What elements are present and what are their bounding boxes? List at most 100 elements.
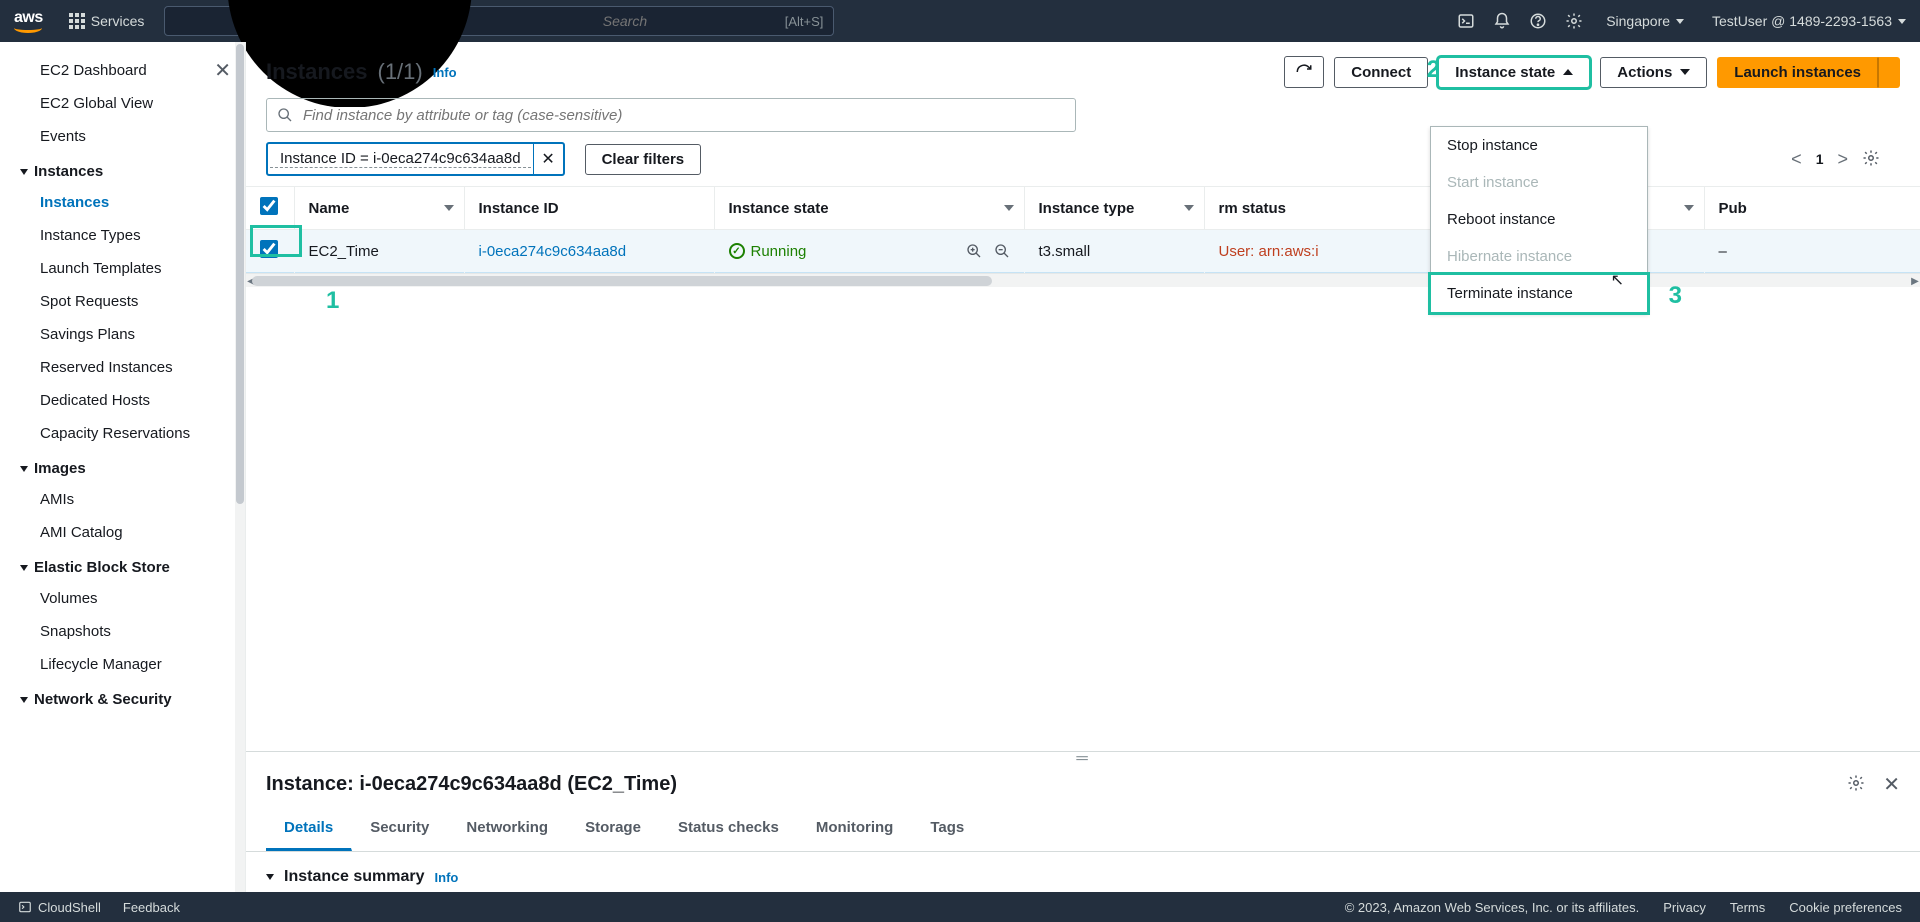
cell-instance-id[interactable]: i-0eca274c9c634aa8d (464, 230, 714, 273)
details-panel: ═ Instance: i-0eca274c9c634aa8d (EC2_Tim… (246, 751, 1920, 892)
sidebar-item-dashboard[interactable]: EC2 Dashboard (0, 54, 245, 87)
launch-instances-button[interactable]: Launch instances (1717, 57, 1900, 88)
sidebar-item-ami-catalog[interactable]: AMI Catalog (0, 516, 245, 549)
pager: < 1 > (1791, 149, 1900, 170)
feedback-button[interactable]: Feedback (123, 900, 180, 915)
sidebar-group-images[interactable]: Images (0, 450, 245, 483)
gear-icon[interactable] (1556, 0, 1592, 42)
instances-table: Name Instance ID Instance state Instance… (246, 186, 1920, 287)
tab-security[interactable]: Security (352, 807, 448, 851)
col-instance-state[interactable]: Instance state (714, 187, 1024, 230)
aws-logo[interactable]: aws (0, 9, 57, 33)
sidebar-item-global-view[interactable]: EC2 Global View (0, 87, 245, 120)
dropdown-terminate[interactable]: Terminate instance (1431, 275, 1647, 312)
sidebar-item-launch-templates[interactable]: Launch Templates (0, 252, 245, 285)
actions-button[interactable]: Actions (1600, 57, 1707, 88)
dropdown-stop[interactable]: Stop instance (1431, 127, 1647, 164)
tab-status-checks[interactable]: Status checks (660, 807, 798, 851)
filter-input-field[interactable] (303, 107, 1065, 124)
bell-icon[interactable] (1484, 0, 1520, 42)
pager-prev[interactable]: < (1791, 149, 1802, 170)
services-label: Services (91, 13, 145, 29)
tab-monitoring[interactable]: Monitoring (798, 807, 912, 851)
filter-chip-label: Instance ID = i-0eca274c9c634aa8d (270, 150, 531, 168)
details-close-icon[interactable]: ✕ (1883, 772, 1900, 797)
sidebar-item-reserved-instances[interactable]: Reserved Instances (0, 351, 245, 384)
dropdown-hibernate: Hibernate instance (1431, 238, 1647, 275)
region-label: Singapore (1606, 13, 1670, 29)
horizontal-scrollbar[interactable]: ◀ ▶ (246, 273, 1920, 287)
resize-handle[interactable]: ═ (246, 752, 1920, 766)
col-instance-id[interactable]: Instance ID (464, 187, 714, 230)
global-search[interactable]: [Alt+S] (164, 6, 834, 36)
connect-button[interactable]: Connect (1334, 57, 1428, 88)
refresh-button[interactable] (1284, 56, 1324, 88)
zoom-in-icon[interactable] (966, 243, 982, 259)
col-instance-type[interactable]: Instance type (1024, 187, 1204, 230)
filter-chip-remove[interactable]: ✕ (533, 144, 563, 174)
sidebar-group-ebs[interactable]: Elastic Block Store (0, 549, 245, 582)
pager-next[interactable]: > (1837, 149, 1848, 170)
clear-filters-button[interactable]: Clear filters (585, 144, 702, 175)
sidebar-item-dedicated-hosts[interactable]: Dedicated Hosts (0, 384, 245, 417)
grid-icon (69, 13, 85, 29)
caret-up-icon (1563, 69, 1573, 75)
table-settings-icon[interactable] (1862, 149, 1880, 170)
cell-type: t3.small (1024, 230, 1204, 273)
instance-filter-input[interactable] (266, 98, 1076, 132)
sidebar-item-spot-requests[interactable]: Spot Requests (0, 285, 245, 318)
cell-name: EC2_Time (294, 230, 464, 273)
search-input[interactable] (603, 13, 785, 29)
dropdown-start: Start instance (1431, 164, 1647, 201)
col-name[interactable]: Name (294, 187, 464, 230)
launch-button-main[interactable]: Launch instances (1717, 57, 1878, 88)
page-header: Instances (1/1) Info Connect Instance st… (246, 42, 1920, 94)
sidebar-item-lifecycle-manager[interactable]: Lifecycle Manager (0, 648, 245, 681)
footer-privacy[interactable]: Privacy (1663, 900, 1706, 915)
region-selector[interactable]: Singapore (1592, 13, 1698, 29)
user-label: TestUser @ 1489-2293-1563 (1712, 13, 1892, 29)
tab-storage[interactable]: Storage (567, 807, 660, 851)
select-all-checkbox[interactable] (260, 197, 278, 215)
top-nav: aws Services [Alt+S] Singapore TestUser … (0, 0, 1920, 42)
sidebar-item-capacity-reservations[interactable]: Capacity Reservations (0, 417, 245, 450)
sidebar-item-events[interactable]: Events (0, 120, 245, 153)
instance-state-button[interactable]: Instance state (1438, 57, 1590, 88)
launch-button-dropdown[interactable] (1878, 57, 1900, 88)
col-pub[interactable]: Pub (1704, 187, 1920, 230)
sidebar-scrollbar[interactable] (235, 42, 245, 892)
user-menu[interactable]: TestUser @ 1489-2293-1563 (1698, 13, 1920, 29)
sidebar-group-instances[interactable]: Instances (0, 153, 245, 186)
sidebar-item-amis[interactable]: AMIs (0, 483, 245, 516)
cloudshell-button[interactable]: CloudShell (18, 900, 101, 915)
details-gear-icon[interactable] (1847, 774, 1865, 795)
services-button[interactable]: Services (57, 0, 157, 42)
pager-current: 1 (1816, 151, 1824, 167)
cloudshell-icon[interactable] (1448, 0, 1484, 42)
cell-state: Running (714, 230, 1024, 273)
help-icon[interactable] (1520, 0, 1556, 42)
footer-cookie[interactable]: Cookie preferences (1789, 900, 1902, 915)
sidebar-group-network-security[interactable]: Network & Security (0, 681, 245, 714)
summary-info-link[interactable]: Info (435, 870, 459, 885)
sidebar-item-savings-plans[interactable]: Savings Plans (0, 318, 245, 351)
zoom-out-icon[interactable] (994, 243, 1010, 259)
footer-terms[interactable]: Terms (1730, 900, 1765, 915)
table-row[interactable]: EC2_Time i-0eca274c9c634aa8d Running (246, 230, 1920, 273)
page-count: (1/1) (378, 59, 423, 85)
sidebar-item-volumes[interactable]: Volumes (0, 582, 245, 615)
dropdown-reboot[interactable]: Reboot instance (1431, 201, 1647, 238)
sidebar-close-icon[interactable]: ✕ (214, 58, 231, 83)
instance-summary-header[interactable]: Instance summary Info (246, 852, 1920, 892)
tab-details[interactable]: Details (266, 807, 352, 851)
info-link[interactable]: Info (433, 65, 457, 80)
sidebar-item-instance-types[interactable]: Instance Types (0, 219, 245, 252)
running-icon (729, 243, 745, 259)
tab-networking[interactable]: Networking (448, 807, 567, 851)
tab-tags[interactable]: Tags (912, 807, 983, 851)
sidebar-item-snapshots[interactable]: Snapshots (0, 615, 245, 648)
row-checkbox[interactable] (260, 240, 278, 258)
sidebar-item-instances[interactable]: Instances (0, 186, 245, 219)
caret-down-icon (1898, 19, 1906, 24)
search-shortcut: [Alt+S] (785, 14, 824, 29)
